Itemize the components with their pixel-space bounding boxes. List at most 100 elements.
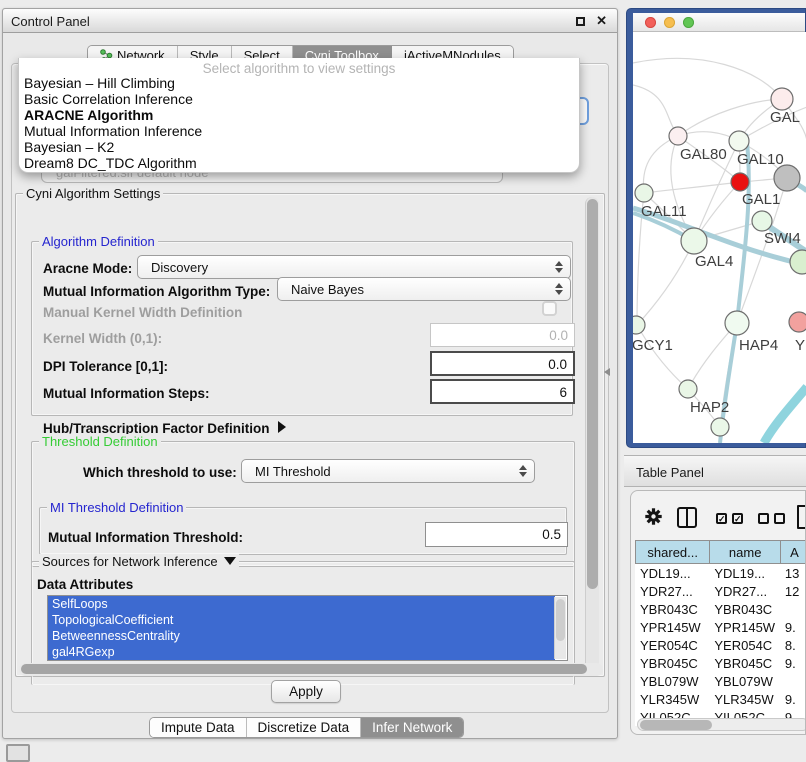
which-threshold-combo[interactable]: MI Threshold <box>241 459 535 483</box>
tab-impute-data[interactable]: Impute Data <box>150 718 247 737</box>
data-attributes-label: Data Attributes <box>37 577 133 592</box>
network-edge[interactable] <box>764 387 806 443</box>
close-icon[interactable]: ✕ <box>596 13 607 29</box>
dropdown-item-bayesian-hill-climbing[interactable]: Bayesian – Hill Climbing <box>19 75 579 91</box>
node-label-gal11: GAL11 <box>641 203 687 220</box>
apply-button[interactable]: Apply <box>271 680 341 703</box>
unchecked-box-icon[interactable] <box>774 513 785 524</box>
splitter-collapse-icon[interactable] <box>604 368 610 376</box>
network-edge[interactable] <box>678 99 782 136</box>
mi-steps-field[interactable]: 6 <box>430 379 575 404</box>
tab-discretize-data[interactable]: Discretize Data <box>247 718 362 737</box>
mi-threshold-label: Mutual Information Threshold: <box>48 530 243 545</box>
mac-zoom-icon[interactable] <box>683 17 694 28</box>
table-row[interactable]: YDR27...YDR27...12 <box>635 582 806 600</box>
dropdown-item-dream8-dc-tdc-algorithm[interactable]: Dream8 DC_TDC Algorithm <box>19 155 579 171</box>
table-row[interactable]: YBR043CYBR043C <box>635 600 806 618</box>
control-panel-titlebar[interactable]: Control Panel ✕ <box>3 9 617 33</box>
table-cell <box>780 672 806 690</box>
expand-arrow-icon[interactable] <box>278 421 286 433</box>
table-row[interactable]: YBR045CYBR045C9. <box>635 654 806 672</box>
table-horizontal-scrollbar-thumb[interactable] <box>640 720 712 730</box>
network-window-titlebar[interactable] <box>633 13 805 32</box>
document-icon[interactable] <box>797 505 806 529</box>
network-node-gal1[interactable] <box>731 173 749 191</box>
dropdown-item-basic-correlation-inference[interactable]: Basic Correlation Inference <box>19 91 579 107</box>
node-label-gal80: GAL80 <box>680 146 727 163</box>
float-window-icon[interactable] <box>576 17 585 26</box>
column-header-a[interactable]: A <box>780 540 806 564</box>
network-node-gal80[interactable] <box>669 127 687 145</box>
table-rows: YDL19...YDL19...13YDR27...YDR27...12YBR0… <box>635 564 806 726</box>
table-panel-title: Table Panel <box>636 465 704 480</box>
network-canvas[interactable]: GALGAL80GAL10GAL1GAL11SWI4GAL4GCY1HAP4YH… <box>633 32 806 443</box>
aracne-mode-combo[interactable]: Discovery <box>137 255 571 279</box>
network-node-gal11[interactable] <box>635 184 653 202</box>
mac-close-icon[interactable] <box>645 17 656 28</box>
table-row[interactable]: YPR145WYPR145W9. <box>635 618 806 636</box>
collapse-arrow-icon[interactable] <box>224 557 236 565</box>
collapsed-panel-button[interactable] <box>6 744 30 762</box>
list-vertical-scrollbar-thumb[interactable] <box>556 599 565 641</box>
network-edge[interactable] <box>637 325 688 389</box>
network-node-hap4[interactable] <box>725 311 749 335</box>
tab-infer-network[interactable]: Infer Network <box>361 718 463 737</box>
node-table: shared...nameA YDL19...YDL19...13YDR27..… <box>635 540 806 734</box>
network-edge[interactable] <box>644 182 740 193</box>
mi-algorithm-type-combo[interactable]: Naive Bayes <box>277 277 571 301</box>
settings-horizontal-scrollbar-thumb[interactable] <box>21 664 587 674</box>
network-edge[interactable] <box>633 58 782 99</box>
table-row[interactable]: YER054CYER054C8. <box>635 636 806 654</box>
table-row[interactable]: YDL19...YDL19...13 <box>635 564 806 582</box>
attribute-item-topologicalcoefficient[interactable]: TopologicalCoefficient <box>48 612 555 628</box>
cyni-settings-title: Cyni Algorithm Settings <box>23 186 163 201</box>
network-node-hap2[interactable] <box>679 380 697 398</box>
table-cell: YER054C <box>709 636 780 654</box>
table-cell: YPR145W <box>635 618 709 636</box>
mac-minimize-icon[interactable] <box>664 17 675 28</box>
gear-icon[interactable] <box>645 508 662 530</box>
manual-kernel-width-checkbox[interactable] <box>542 301 557 316</box>
table-horizontal-scrollbar[interactable] <box>637 718 806 731</box>
list-vertical-scrollbar[interactable] <box>554 597 566 659</box>
checked-box-icon[interactable]: ✓ <box>716 513 727 524</box>
network-edge[interactable] <box>637 241 694 325</box>
network-edge[interactable] <box>643 136 678 193</box>
network-node[interactable] <box>790 250 806 274</box>
dropdown-item-bayesian-k2[interactable]: Bayesian – K2 <box>19 139 579 155</box>
column-header-shared-[interactable]: shared... <box>635 540 709 564</box>
node-label-hap2: HAP2 <box>690 399 729 416</box>
dropdown-item-aracne-algorithm[interactable]: ARACNE Algorithm <box>19 107 579 123</box>
attribute-item-selfloops[interactable]: SelfLoops <box>48 596 555 612</box>
table-row[interactable]: YLR345WYLR345W9. <box>635 690 806 708</box>
settings-horizontal-scrollbar[interactable] <box>19 663 603 676</box>
network-node-gal[interactable] <box>771 88 793 110</box>
column-header-name[interactable]: name <box>709 540 780 564</box>
columns-icon[interactable] <box>677 507 697 528</box>
checked-box-icon[interactable]: ✓ <box>732 513 743 524</box>
network-node-gal4[interactable] <box>681 228 707 254</box>
dropdown-item-mutual-information-inference[interactable]: Mutual Information Inference <box>19 123 579 139</box>
table-cell: YLR345W <box>709 690 780 708</box>
network-node-gal10[interactable] <box>729 131 749 151</box>
network-view-window[interactable]: GALGAL80GAL10GAL1GAL11SWI4GAL4GCY1HAP4YH… <box>626 8 806 448</box>
table-row[interactable]: YBL079WYBL079W <box>635 672 806 690</box>
network-node[interactable] <box>711 418 729 436</box>
table-panel-titlebar[interactable]: Table Panel <box>624 455 806 487</box>
network-edge[interactable] <box>633 85 678 136</box>
settings-vertical-scrollbar-thumb[interactable] <box>587 199 598 589</box>
mi-threshold-field[interactable]: 0.5 <box>425 522 568 547</box>
attribute-item-gal4rgexp[interactable]: gal4RGexp <box>48 644 555 660</box>
dpi-tolerance-field[interactable]: 0.0 <box>430 351 575 376</box>
settings-vertical-scrollbar[interactable] <box>585 197 599 675</box>
network-node[interactable] <box>774 165 800 191</box>
sources-group-title[interactable]: Sources for Network Inference <box>39 554 239 569</box>
node-label-gal4: GAL4 <box>695 253 733 270</box>
kernel-width-field[interactable]: 0.0 <box>430 323 575 347</box>
attribute-item-betweennesscentrality[interactable]: BetweennessCentrality <box>48 628 555 644</box>
unchecked-box-icon[interactable] <box>758 513 769 524</box>
network-node-y[interactable] <box>789 312 806 332</box>
data-attributes-list[interactable]: SelfLoopsTopologicalCoefficientBetweenne… <box>47 595 568 661</box>
network-node-gcy1[interactable] <box>633 316 645 334</box>
network-node-swi4[interactable] <box>752 211 772 231</box>
